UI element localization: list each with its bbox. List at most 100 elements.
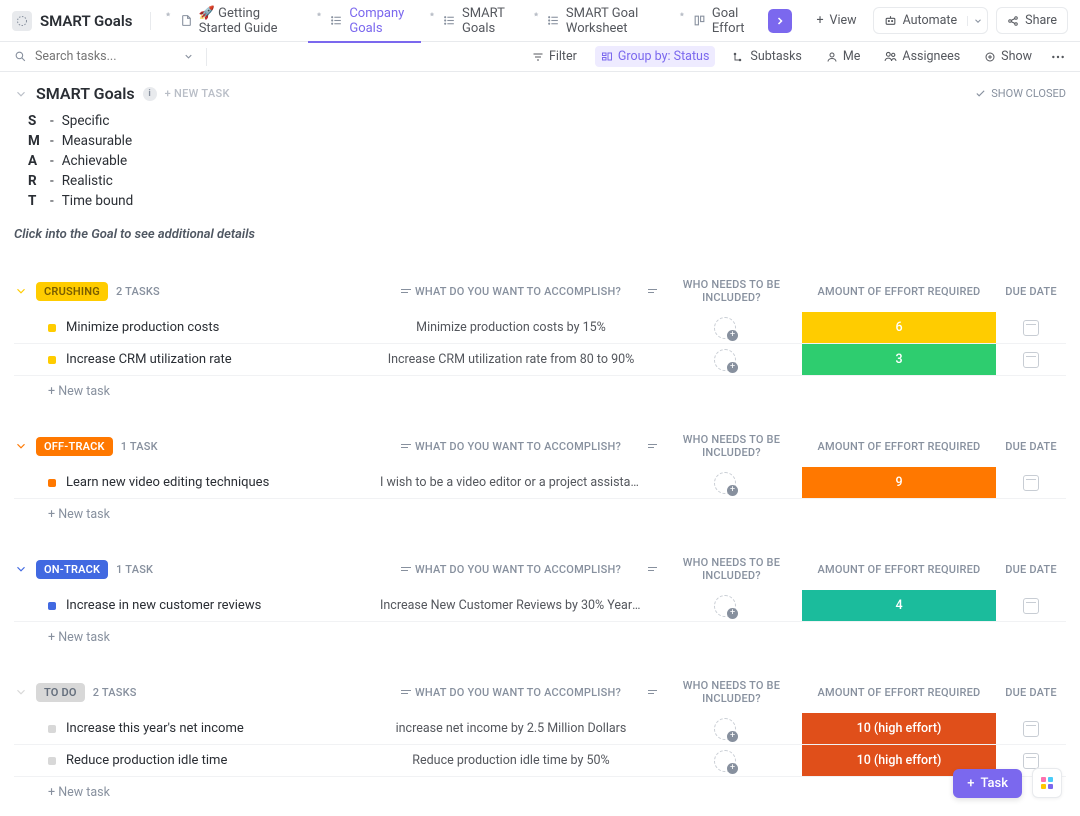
collapse-group-icon[interactable] [14, 439, 28, 453]
filter-button[interactable]: Filter [526, 46, 583, 67]
add-assignee-icon[interactable] [714, 718, 736, 740]
group-by-label: Group by: Status [618, 49, 710, 64]
task-accomplish[interactable]: increase net income by 2.5 Million Dolla… [374, 721, 648, 736]
tab-goal-effort[interactable]: Goal Effort [671, 0, 762, 42]
show-closed-button[interactable]: SHOW CLOSED [975, 87, 1066, 100]
task-effort[interactable]: 9 [802, 467, 996, 498]
search-expand-icon[interactable] [183, 51, 194, 62]
task-due-date[interactable] [996, 721, 1066, 737]
automate-button[interactable]: Automate [873, 7, 989, 34]
task-due-date[interactable] [996, 475, 1066, 491]
task-name[interactable]: Learn new video editing techniques [66, 475, 269, 490]
task-effort[interactable]: 3 [802, 344, 996, 375]
task-effort[interactable]: 4 [802, 590, 996, 621]
task-assignee[interactable] [648, 349, 802, 371]
collapse-list-icon[interactable] [14, 87, 28, 101]
tab-company-goals[interactable]: Company Goals [308, 0, 421, 42]
tab-smart-goal-worksheet[interactable]: SMART Goal Worksheet [525, 0, 671, 42]
status-badge[interactable]: ON-TRACK [36, 560, 108, 579]
collapse-group-icon[interactable] [14, 685, 28, 699]
info-icon[interactable]: i [143, 87, 157, 101]
new-task-header-button[interactable]: + NEW TASK [165, 87, 230, 100]
status-badge[interactable]: TO DO [36, 683, 85, 702]
search-icon[interactable] [14, 50, 27, 63]
column-header-accomplish[interactable]: WHAT DO YOU WANT TO ACCOMPLISH? [374, 563, 648, 576]
next-views-button[interactable] [768, 9, 792, 33]
task-accomplish[interactable]: Minimize production costs by 15% [374, 320, 648, 335]
task-row[interactable]: Increase this year's net income increase … [14, 713, 1066, 745]
task-due-date[interactable] [996, 320, 1066, 336]
task-assignee[interactable] [648, 750, 802, 772]
column-header-who[interactable]: WHO NEEDS TO BE INCLUDED? [648, 278, 802, 304]
group-by-button[interactable]: Group by: Status [595, 46, 716, 67]
column-header-due[interactable]: DUE DATE [996, 686, 1066, 699]
column-header-effort[interactable]: AMOUNT OF EFFORT REQUIRED [802, 563, 996, 576]
new-task-button[interactable]: + New task [14, 622, 1066, 645]
column-header-due[interactable]: DUE DATE [996, 563, 1066, 576]
task-effort[interactable]: 10 (high effort) [802, 713, 996, 744]
task-accomplish[interactable]: I wish to be a video editor or a project… [374, 475, 648, 490]
subtasks-button[interactable]: Subtasks [727, 46, 807, 67]
task-accomplish[interactable]: Increase CRM utilization rate from 80 to… [374, 352, 648, 367]
new-task-button[interactable]: + New task [14, 499, 1066, 522]
assignees-button[interactable]: Assignees [878, 46, 966, 67]
tab-smart-goals[interactable]: SMART Goals [421, 0, 525, 42]
status-badge[interactable]: OFF-TRACK [36, 437, 113, 456]
task-row[interactable]: Learn new video editing techniques I wish… [14, 467, 1066, 499]
add-assignee-icon[interactable] [714, 472, 736, 494]
task-row[interactable]: Minimize production costs Minimize produc… [14, 312, 1066, 344]
task-due-date[interactable] [996, 598, 1066, 614]
collapse-group-icon[interactable] [14, 284, 28, 298]
chevron-down-icon[interactable] [967, 16, 987, 26]
create-task-fab[interactable]: + Task [953, 769, 1022, 798]
column-header-who[interactable]: WHO NEEDS TO BE INCLUDED? [648, 679, 802, 705]
task-name[interactable]: Increase this year's net income [66, 721, 244, 736]
task-due-date[interactable] [996, 753, 1066, 769]
task-row[interactable]: Reduce production idle time Reduce produc… [14, 745, 1066, 777]
column-header-effort[interactable]: AMOUNT OF EFFORT REQUIRED [802, 285, 996, 298]
workspace-icon[interactable] [12, 11, 32, 31]
column-header-effort[interactable]: AMOUNT OF EFFORT REQUIRED [802, 440, 996, 453]
collapse-group-icon[interactable] [14, 562, 28, 576]
new-task-button[interactable]: + New task [14, 777, 1066, 800]
task-assignee[interactable] [648, 718, 802, 740]
task-accomplish[interactable]: Reduce production idle time by 50% [374, 753, 648, 768]
task-due-date[interactable] [996, 352, 1066, 368]
add-assignee-icon[interactable] [714, 750, 736, 772]
more-menu-button[interactable] [1050, 49, 1066, 65]
task-name[interactable]: Reduce production idle time [66, 753, 227, 768]
me-button[interactable]: Me [820, 46, 867, 67]
search-input[interactable] [35, 49, 175, 64]
column-header-accomplish[interactable]: WHAT DO YOU WANT TO ACCOMPLISH? [374, 686, 648, 699]
column-header-accomplish[interactable]: WHAT DO YOU WANT TO ACCOMPLISH? [374, 440, 648, 453]
new-task-button[interactable]: + New task [14, 376, 1066, 399]
status-badge[interactable]: CRUSHING [36, 282, 108, 301]
task-assignee[interactable] [648, 317, 802, 339]
task-accomplish[interactable]: Increase New Customer Reviews by 30% Yea… [374, 598, 648, 613]
list-title[interactable]: SMART Goals [36, 84, 135, 103]
task-name[interactable]: Increase in new customer reviews [66, 598, 261, 613]
column-header-due[interactable]: DUE DATE [996, 440, 1066, 453]
task-row[interactable]: Increase in new customer reviews Increase… [14, 590, 1066, 622]
task-name[interactable]: Minimize production costs [66, 320, 219, 335]
search-zone [14, 48, 516, 66]
tab--getting-started-guide[interactable]: 🚀 Getting Started Guide [157, 0, 308, 42]
column-header-who[interactable]: WHO NEEDS TO BE INCLUDED? [648, 433, 802, 459]
task-name[interactable]: Increase CRM utilization rate [66, 352, 232, 367]
show-button[interactable]: Show [978, 46, 1038, 67]
workspace-title[interactable]: SMART Goals [40, 12, 132, 30]
column-header-who[interactable]: WHO NEEDS TO BE INCLUDED? [648, 556, 802, 582]
apps-fab[interactable] [1032, 768, 1062, 798]
column-header-effort[interactable]: AMOUNT OF EFFORT REQUIRED [802, 686, 996, 699]
task-effort[interactable]: 6 [802, 312, 996, 343]
add-assignee-icon[interactable] [714, 595, 736, 617]
share-button[interactable]: Share [996, 7, 1068, 34]
task-row[interactable]: Increase CRM utilization rate Increase CR… [14, 344, 1066, 376]
task-assignee[interactable] [648, 472, 802, 494]
task-assignee[interactable] [648, 595, 802, 617]
add-view-button[interactable]: + View [808, 8, 864, 33]
column-header-due[interactable]: DUE DATE [996, 285, 1066, 298]
add-assignee-icon[interactable] [714, 317, 736, 339]
column-header-accomplish[interactable]: WHAT DO YOU WANT TO ACCOMPLISH? [374, 285, 648, 298]
add-assignee-icon[interactable] [714, 349, 736, 371]
